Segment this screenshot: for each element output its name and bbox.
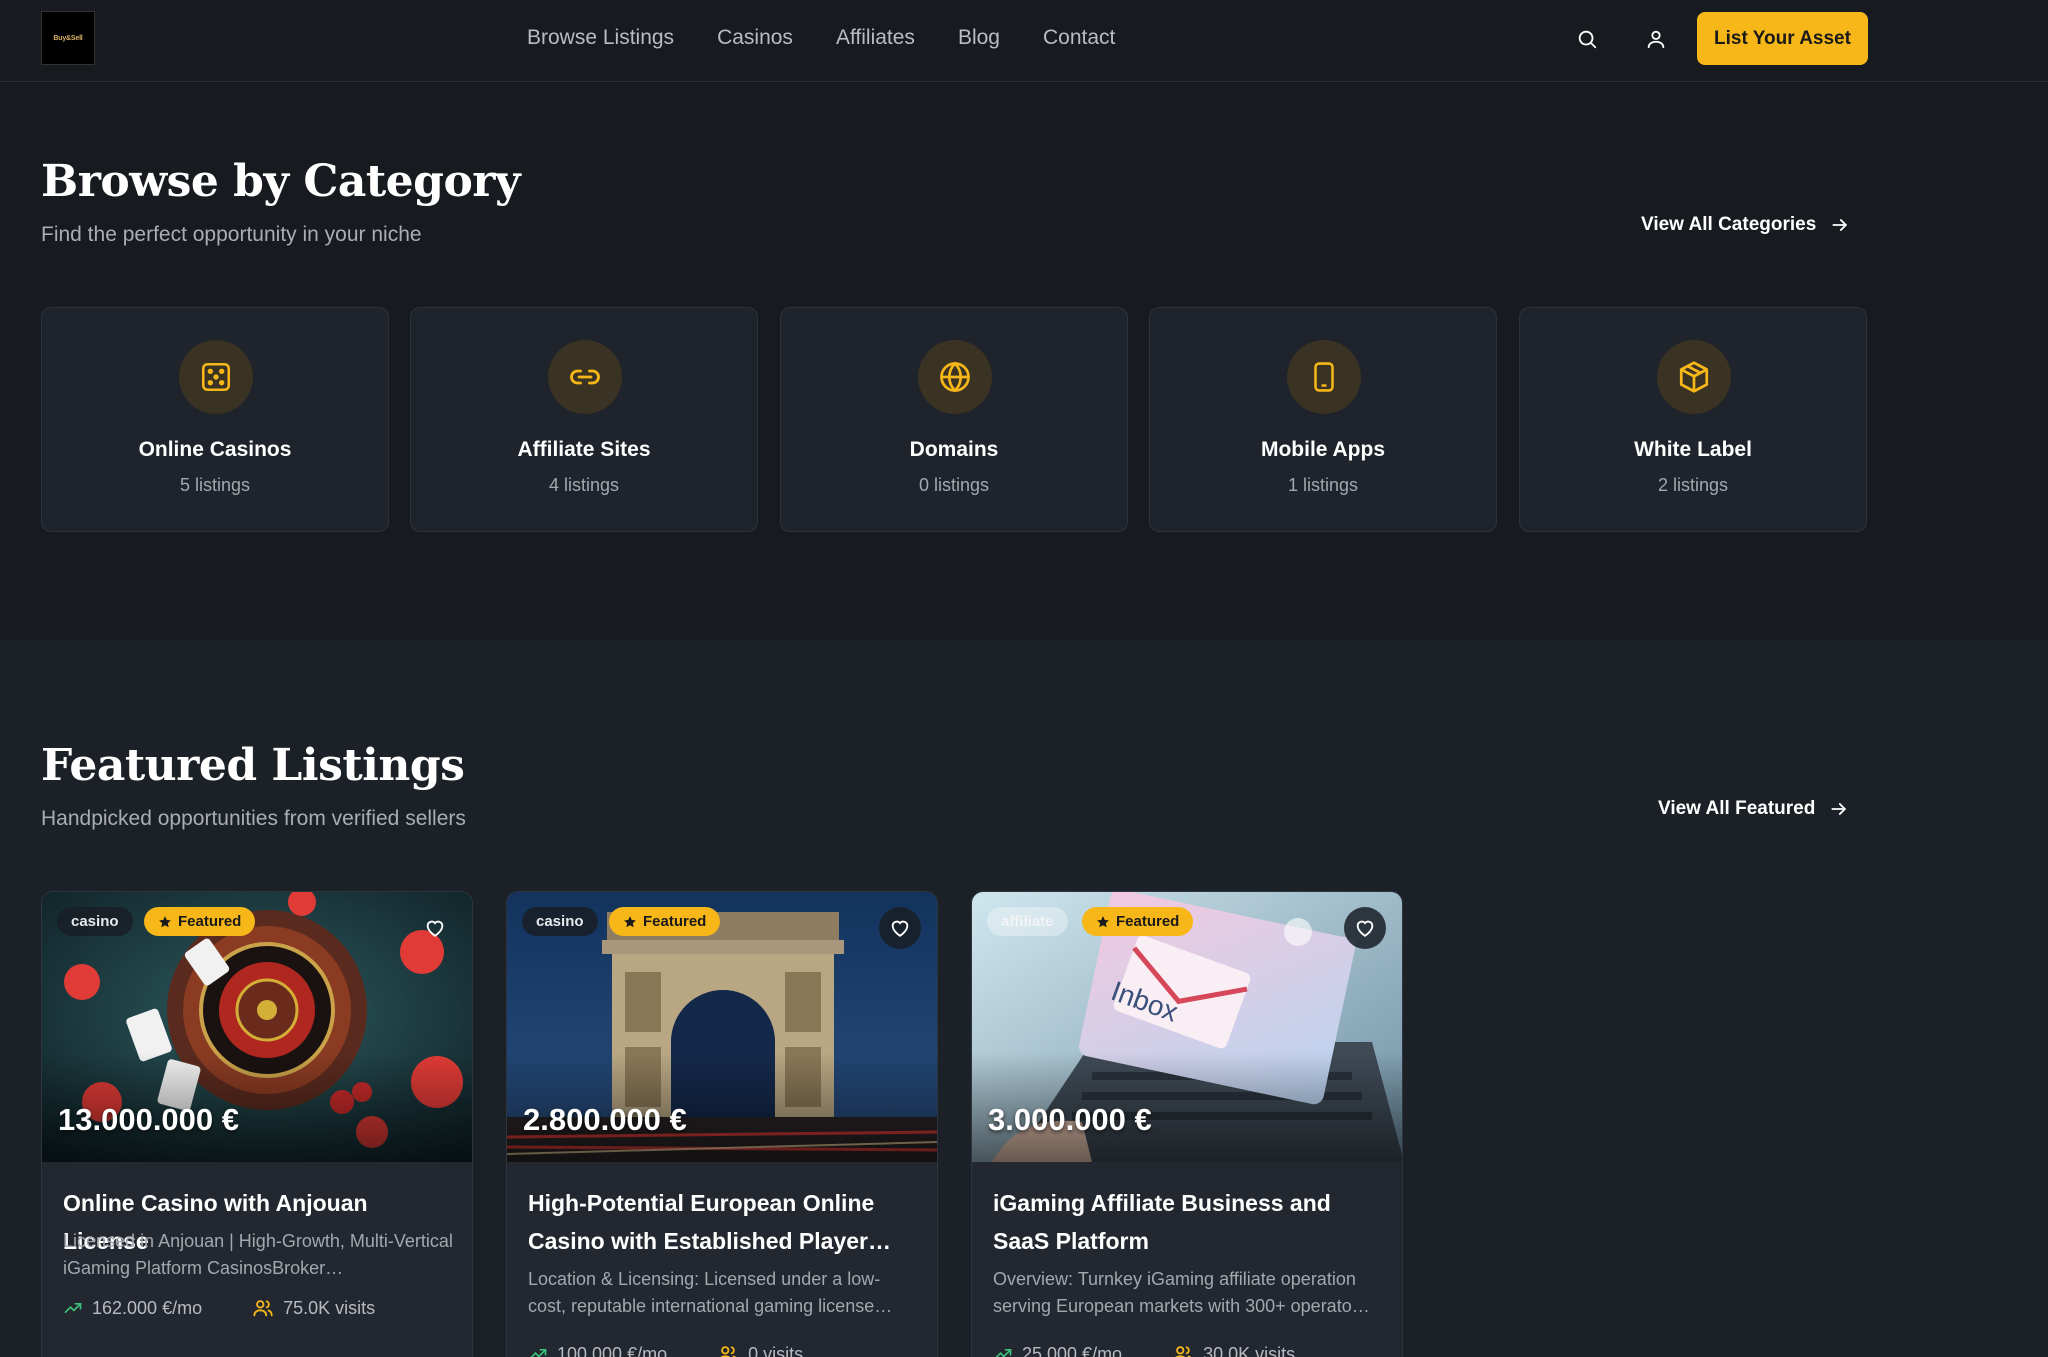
listing-price: 2.800.000 € [523,1102,687,1137]
featured-badge: Featured [609,907,721,936]
listing-type-badge: casino [522,907,598,936]
category-count: 4 listings [548,475,620,495]
visits-value: 0 visits [748,1343,804,1357]
nav-blog[interactable]: Blog [958,24,1000,52]
listing-description: Overview: Turnkey iGaming affiliate oper… [993,1269,1370,1316]
star-icon [624,915,636,927]
listing-card[interactable]: Inbox affiliate Featured 3.000.000 € iGa… [971,891,1403,1357]
listing-card[interactable]: casino Featured 2.800.000 € High-Potenti… [506,891,938,1357]
link-icon [548,340,622,414]
trending-up-icon [530,1349,547,1357]
listing-title[interactable]: High-Potential European Online Casino wi… [528,1184,923,1260]
featured-label: Featured [1116,913,1180,930]
revenue-value: 162.000 €/mo [92,1297,203,1318]
star-icon [1097,915,1109,927]
category-name: White Label [1634,438,1752,461]
favorite-button[interactable] [1344,907,1386,949]
view-all-categories-label: View All Categories [1641,214,1817,235]
logo-text: Buy&Sell [53,34,83,42]
category-count: 2 listings [1657,475,1729,495]
category-section-title: Browse by Category [41,156,521,207]
listing-stats: 100.000 €/mo 0 visits [528,1343,803,1357]
view-all-featured-label: View All Featured [1658,798,1816,819]
listing-card[interactable]: casino Featured 13.000.000 € Online Casi… [41,891,473,1357]
trending-up-icon [995,1349,1012,1357]
category-section-subtitle: Find the perfect opportunity in your nic… [41,223,422,246]
favorite-button[interactable] [879,907,921,949]
site-logo[interactable]: Buy&Sell [41,11,95,65]
site-header: Buy&Sell Browse Listings Casinos Affilia… [0,0,2048,82]
package-icon [1657,340,1731,414]
dice-icon [179,340,253,414]
heart-icon [1356,920,1374,937]
star-icon [159,915,171,927]
listing-type-badge: affiliate [987,907,1068,936]
featured-section-subtitle: Handpicked opportunities from verified s… [41,807,466,830]
main-nav: Browse Listings Casinos Affiliates Blog … [527,24,1158,52]
category-name: Online Casinos [138,438,292,461]
user-icon[interactable] [1641,24,1671,54]
nav-casinos[interactable]: Casinos [717,24,793,52]
arrow-right-icon [1831,803,1847,815]
listing-price: 13.000.000 € [58,1102,240,1137]
featured-badge: Featured [1082,907,1194,936]
category-card-online-casinos[interactable]: Online Casinos 5 listings [41,307,389,532]
browse-by-category-section: Browse by Category Find the perfect oppo… [0,83,2048,640]
category-name: Mobile Apps [1260,438,1386,461]
category-name: Affiliate Sites [517,438,651,461]
favorite-button[interactable] [414,907,456,949]
users-icon [253,1300,273,1317]
listing-description: Licensed in Anjouan | High-Growth, Multi… [63,1231,453,1278]
heart-icon [891,920,909,937]
globe-icon [918,340,992,414]
featured-label: Featured [178,913,242,930]
category-name: Domains [909,438,999,461]
featured-section-title: Featured Listings [41,740,465,791]
listing-stats: 162.000 €/mo 75.0K visits [63,1297,375,1319]
category-card-affiliate-sites[interactable]: Affiliate Sites 4 listings [410,307,758,532]
listing-price: 3.000.000 € [988,1102,1152,1137]
category-count: 1 listings [1287,475,1359,495]
users-icon [1175,1346,1192,1357]
heart-icon [426,920,444,937]
listing-visits: 30.0K visits [1172,1343,1295,1357]
search-icon[interactable] [1572,24,1602,54]
category-card-white-label[interactable]: White Label 2 listings [1519,307,1867,532]
category-card-domains[interactable]: Domains 0 listings [780,307,1128,532]
listing-stats: 25.000 €/mo 30.0K visits [993,1343,1295,1357]
nav-browse-listings[interactable]: Browse Listings [527,24,674,52]
category-card-mobile-apps[interactable]: Mobile Apps 1 listings [1149,307,1497,532]
nav-contact[interactable]: Contact [1043,24,1115,52]
nav-affiliates[interactable]: Affiliates [836,24,915,52]
listing-revenue: 25.000 €/mo [993,1343,1122,1357]
visits-value: 75.0K visits [283,1297,376,1318]
view-all-featured-link[interactable]: View All Featured [1658,798,1849,820]
list-your-asset-button[interactable]: List Your Asset [1697,12,1868,65]
listing-visits: 75.0K visits [252,1297,375,1319]
listing-type-badge: casino [57,907,133,936]
listing-title[interactable]: iGaming Affiliate Business and SaaS Plat… [993,1184,1388,1260]
featured-badge: Featured [144,907,256,936]
trending-up-icon [64,1303,82,1313]
listing-description: Location & Licensing: Licensed under a l… [528,1269,893,1316]
view-all-categories-link[interactable]: View All Categories [1641,214,1850,236]
category-count: 5 listings [179,475,251,495]
revenue-value: 100.000 €/mo [557,1343,668,1357]
listing-revenue: 162.000 €/mo [63,1297,202,1319]
smartphone-icon [1287,340,1361,414]
users-icon [720,1346,737,1357]
arrow-right-icon [1832,219,1848,231]
visits-value: 30.0K visits [1203,1343,1296,1357]
featured-label: Featured [643,913,707,930]
listing-revenue: 100.000 €/mo [528,1343,667,1357]
listing-visits: 0 visits [717,1343,803,1357]
revenue-value: 25.000 €/mo [1022,1343,1123,1357]
category-count: 0 listings [918,475,990,495]
